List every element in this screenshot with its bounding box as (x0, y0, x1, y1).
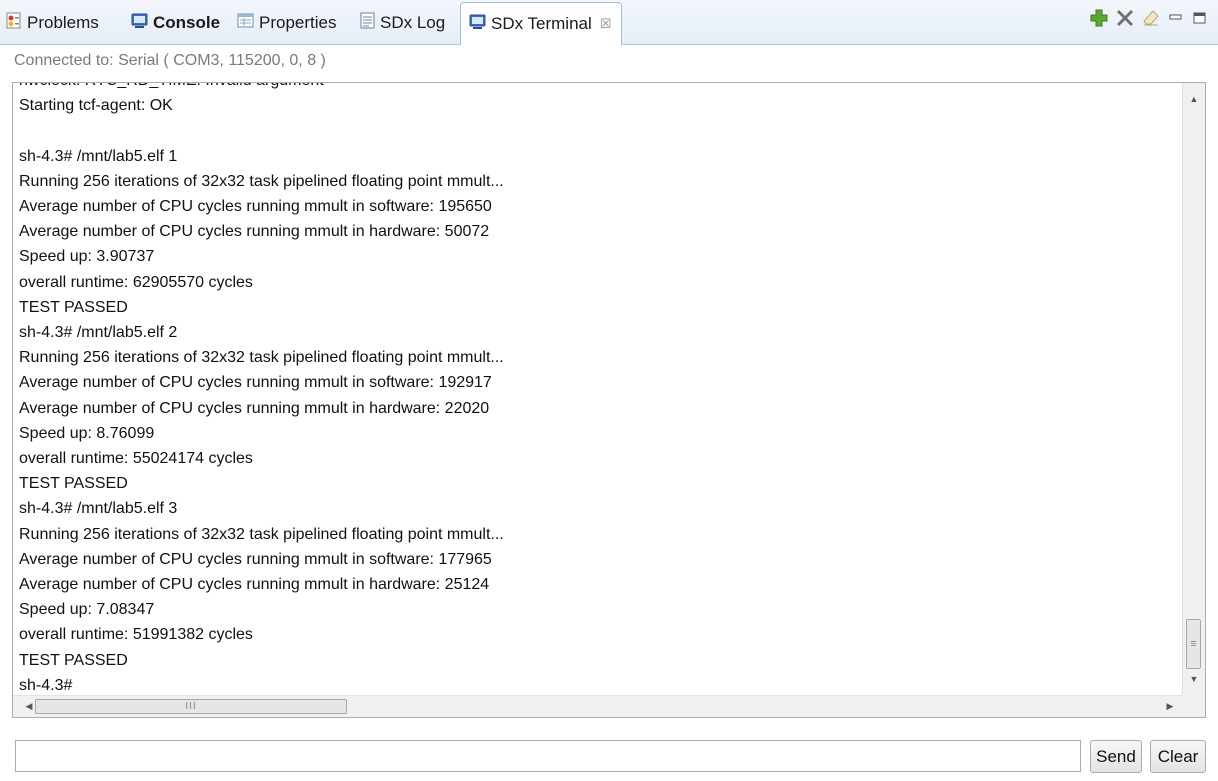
terminal-line: Average number of CPU cycles running mmu… (19, 374, 492, 392)
terminal-text: hwclock: RTC_RD_TIME: Invalid argument St… (19, 83, 1175, 698)
terminal-line: Average number of CPU cycles running mmu… (19, 550, 492, 568)
terminal-line: Average number of CPU cycles running mmu… (19, 198, 492, 216)
terminal-line: Average number of CPU cycles running mmu… (19, 576, 490, 594)
scrollbar-corner (1182, 695, 1205, 717)
tab-sdx-terminal[interactable]: SDx Terminal ☒ (460, 2, 623, 45)
terminal-line: sh-4.3# /mnt/lab5.elf 3 (19, 500, 178, 518)
terminal-icon (469, 14, 486, 35)
command-input[interactable] (15, 740, 1081, 772)
terminal-line: Running 256 iterations of 32x32 task pip… (19, 525, 504, 543)
terminal-line: Speed up: 3.90737 (19, 248, 155, 266)
terminal-line: Average number of CPU cycles running mmu… (19, 223, 490, 241)
horizontal-scrollbar[interactable]: ◀ III ▶ (13, 695, 1184, 717)
terminal-line: Starting tcf-agent: OK (19, 97, 173, 115)
view-toolbar (1090, 6, 1208, 34)
clear-icon[interactable] (1142, 9, 1160, 32)
terminal-line: Running 256 iterations of 32x32 task pip… (19, 172, 504, 190)
close-tab-icon[interactable]: ☒ (600, 16, 612, 32)
view-tab-bar: Problems Console Properties SDx Log SDx … (0, 0, 1218, 45)
terminal-line: TEST PASSED (19, 651, 128, 669)
tab-problems[interactable]: Problems (6, 4, 99, 42)
tab-label: Properties (259, 13, 337, 32)
vertical-scrollbar[interactable]: ▲ ≡ ▼ (1182, 83, 1205, 695)
send-button[interactable]: Send (1090, 740, 1142, 773)
minimize-icon[interactable] (1168, 10, 1184, 31)
tab-label: Problems (27, 13, 99, 32)
tab-properties[interactable]: Properties (237, 4, 336, 42)
remove-terminal-icon[interactable] (1116, 9, 1134, 32)
terminal-line: TEST PASSED (19, 298, 128, 316)
vertical-scroll-thumb[interactable]: ≡ (1186, 619, 1201, 669)
properties-icon (237, 13, 254, 33)
connection-status: Connected to: Serial ( COM3, 115200, 0, … (14, 52, 326, 69)
add-terminal-icon[interactable] (1090, 9, 1108, 32)
horizontal-scroll-thumb[interactable]: III (35, 699, 347, 714)
problems-icon (6, 12, 22, 35)
terminal-line: sh-4.3# /mnt/lab5.elf 2 (19, 324, 178, 342)
terminal-line: TEST PASSED (19, 475, 128, 493)
clear-button[interactable]: Clear (1150, 740, 1206, 773)
terminal-line: overall runtime: 62905570 cycles (19, 273, 253, 291)
terminal-line: Running 256 iterations of 32x32 task pip… (19, 349, 504, 367)
console-icon (131, 13, 148, 34)
scroll-down-icon[interactable]: ▼ (1183, 669, 1205, 689)
terminal-line: overall runtime: 55024174 cycles (19, 450, 253, 468)
tab-sdx-log[interactable]: SDx Log (360, 4, 445, 42)
tab-console[interactable]: Console (131, 4, 220, 42)
terminal-output[interactable]: hwclock: RTC_RD_TIME: Invalid argument St… (12, 82, 1206, 718)
tab-label: Console (153, 13, 221, 32)
terminal-line: overall runtime: 51991382 cycles (19, 626, 253, 644)
terminal-line: Speed up: 7.08347 (19, 601, 155, 619)
scroll-right-icon[interactable]: ▶ (1160, 696, 1180, 717)
scroll-up-icon[interactable]: ▲ (1183, 89, 1205, 109)
maximize-icon[interactable] (1192, 10, 1208, 31)
tab-label: SDx Log (380, 13, 446, 32)
terminal-line: sh-4.3# /mnt/lab5.elf 1 (19, 147, 178, 165)
terminal-line: Average number of CPU cycles running mmu… (19, 399, 490, 417)
log-icon (360, 12, 375, 34)
tab-label: SDx Terminal (491, 14, 592, 33)
terminal-line: hwclock: RTC_RD_TIME: Invalid argument (19, 83, 1175, 93)
terminal-line: Speed up: 8.76099 (19, 424, 155, 442)
